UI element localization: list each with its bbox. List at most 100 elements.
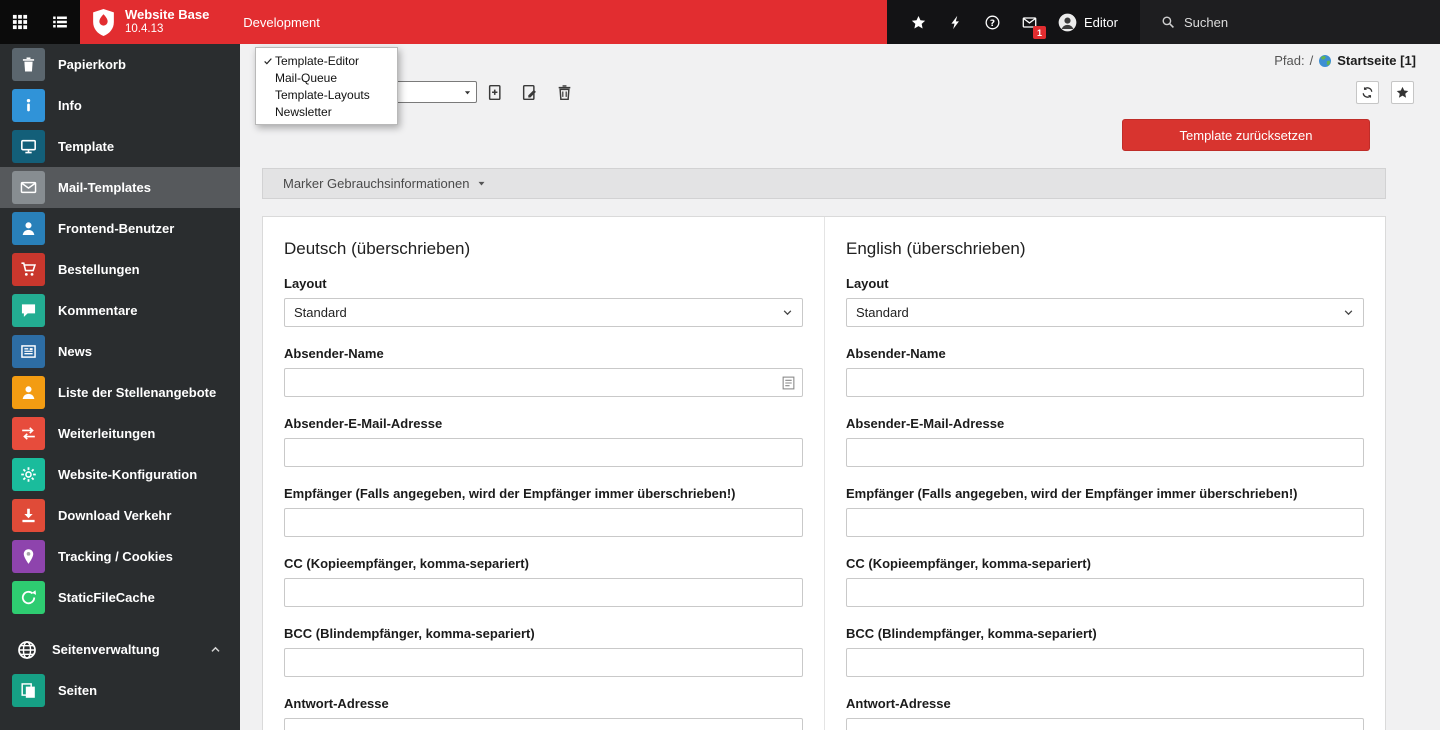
field-label: Absender-Name <box>846 346 946 361</box>
breadcrumb: Pfad: / Startseite [1] <box>1274 53 1416 68</box>
bolt-icon <box>948 15 963 30</box>
field-input-wrap <box>846 648 1364 677</box>
form-columns: Deutsch (überschrieben) Layout Standard Abs… <box>263 217 1385 730</box>
field-layout: Layout Standard <box>284 276 803 327</box>
sidebar-item-liste-der-stellenangebote[interactable]: Liste der Stellenangebote <box>0 372 240 413</box>
redirect-icon <box>12 417 45 450</box>
layout-select[interactable]: Standard <box>284 298 803 327</box>
sidebar-item-kommentare[interactable]: Kommentare <box>0 290 240 331</box>
field-label: Layout <box>846 276 889 291</box>
value-picker-icon[interactable] <box>781 375 796 391</box>
add-template-button[interactable] <box>481 80 507 105</box>
sidebar-item-template[interactable]: Template <box>0 126 240 167</box>
cache-refresh-icon <box>12 581 45 614</box>
dropdown-option-newsletter[interactable]: Newsletter <box>256 103 397 120</box>
field-label: Antwort-Adresse <box>846 696 951 711</box>
grid-icon <box>12 14 28 30</box>
globe-icon <box>17 640 37 660</box>
help-button[interactable]: ? <box>974 0 1011 44</box>
field-input-wrap <box>284 508 803 537</box>
marker-info-toggle[interactable]: Marker Gebrauchsinformationen <box>262 168 1386 199</box>
search-label: Suchen <box>1183 14 1229 30</box>
sidebar-item-seiten[interactable]: Seiten <box>0 670 240 711</box>
form-column-english: English (überschrieben) Layout Standard Abs… <box>824 217 1385 730</box>
dropdown-option-label: Template-Editor <box>275 53 360 68</box>
brand-area[interactable]: Website Base 10.4.13 Development <box>80 0 887 44</box>
trash-icon <box>12 48 45 81</box>
chevron-up-icon <box>209 643 222 656</box>
sidebar-item-label: Kommentare <box>58 303 138 318</box>
sidebar-item-label: Bestellungen <box>58 262 140 277</box>
edit-template-icon <box>521 84 538 101</box>
field-cc: CC (Kopieempfänger, komma-separiert) <box>284 556 803 607</box>
download-icon <box>12 499 45 532</box>
antwort-adresse-input[interactable] <box>846 718 1364 730</box>
sync-button[interactable] <box>1356 81 1379 104</box>
antwort-adresse-input[interactable] <box>284 718 803 730</box>
field-label: Absender-Name <box>284 346 384 361</box>
breadcrumb-label: Pfad: <box>1274 53 1305 68</box>
config-icon <box>12 458 45 491</box>
sidebar-item-label: Mail-Templates <box>58 180 151 195</box>
dropdown-option-template-editor[interactable]: Template-Editor <box>256 52 397 69</box>
breadcrumb-page-link[interactable]: Startseite [1] <box>1337 53 1416 68</box>
sidebar-item-info[interactable]: Info <box>0 85 240 126</box>
tracking-pin-icon <box>12 540 45 573</box>
delete-template-button[interactable] <box>551 80 577 105</box>
template-dropdown-menu: Template-Editor Mail-Queue Template-Layout… <box>255 47 398 125</box>
field-absender-e-mail-adresse: Absender-E-Mail-Adresse <box>284 416 803 467</box>
sidebar-item-tracking-cookies[interactable]: Tracking / Cookies <box>0 536 240 577</box>
edit-template-button[interactable] <box>516 80 542 105</box>
dropdown-option-template-layouts[interactable]: Template-Layouts <box>256 86 397 103</box>
app-grid-button[interactable] <box>0 0 40 44</box>
field-input-wrap <box>284 648 803 677</box>
absender-e-mail-adresse-input[interactable] <box>284 438 803 467</box>
column-heading: Deutsch (überschrieben) <box>284 239 471 258</box>
sidebar-item-mail-templates[interactable]: Mail-Templates <box>0 167 240 208</box>
user-menu-button[interactable]: Editor <box>1048 0 1132 44</box>
field-label: BCC (Blindempfänger, komma-separiert) <box>284 626 535 641</box>
absender-name-input[interactable] <box>846 368 1364 397</box>
sidebar-item-papierkorb[interactable]: Papierkorb <box>0 44 240 85</box>
sidebar-section-label: Seitenverwaltung <box>52 642 160 657</box>
field-label: Antwort-Adresse <box>284 696 389 711</box>
layout-select[interactable]: Standard <box>846 298 1364 327</box>
sidebar-item-website-konfiguration[interactable]: Website-Konfiguration <box>0 454 240 495</box>
empf-nger-input[interactable] <box>284 508 803 537</box>
brand-version: 10.4.13 <box>125 22 164 35</box>
sidebar-item-label: Weiterleitungen <box>58 426 156 441</box>
mail-template-icon <box>12 171 45 204</box>
sidebar-item-staticfilecache[interactable]: StaticFileCache <box>0 577 240 618</box>
dropdown-option-mail-queue[interactable]: Mail-Queue <box>256 69 397 86</box>
sidebar-item-frontend-benutzer[interactable]: Frontend-Benutzer <box>0 208 240 249</box>
field-cc: CC (Kopieempfänger, komma-separiert) <box>846 556 1364 607</box>
sidebar-item-download-verkehr[interactable]: Download Verkehr <box>0 495 240 536</box>
sidebar-item-weiterleitungen[interactable]: Weiterleitungen <box>0 413 240 454</box>
star-icon <box>911 15 926 30</box>
empf-nger-input[interactable] <box>846 508 1364 537</box>
sidebar-item-news[interactable]: News <box>0 331 240 372</box>
field-input-wrap <box>846 368 1364 397</box>
topbar: Website Base 10.4.13 Development ? 1 Edi… <box>0 0 1440 44</box>
breadcrumb-root-link[interactable]: / <box>1310 53 1314 68</box>
favorite-button[interactable] <box>1391 81 1414 104</box>
cc-input[interactable] <box>846 578 1364 607</box>
structure-list-button[interactable] <box>40 0 80 44</box>
user-avatar-icon <box>1058 13 1077 32</box>
brand-name: Website Base <box>125 7 210 23</box>
bcc-input[interactable] <box>284 648 803 677</box>
fav-star-icon <box>1396 86 1409 99</box>
cc-input[interactable] <box>284 578 803 607</box>
sidebar-section-seitenverwaltung[interactable]: Seitenverwaltung <box>0 629 240 670</box>
field-input-wrap <box>846 438 1364 467</box>
pages-icon <box>12 674 45 707</box>
mail-queue-button[interactable]: 1 <box>1011 0 1048 44</box>
sidebar-item-bestellungen[interactable]: Bestellungen <box>0 249 240 290</box>
absender-name-input[interactable] <box>284 368 803 397</box>
quick-actions-button[interactable] <box>937 0 974 44</box>
global-search[interactable]: Suchen <box>1139 0 1440 44</box>
template-reset-button[interactable]: Template zurücksetzen <box>1122 119 1370 151</box>
bcc-input[interactable] <box>846 648 1364 677</box>
absender-e-mail-adresse-input[interactable] <box>846 438 1364 467</box>
favorites-button[interactable] <box>900 0 937 44</box>
